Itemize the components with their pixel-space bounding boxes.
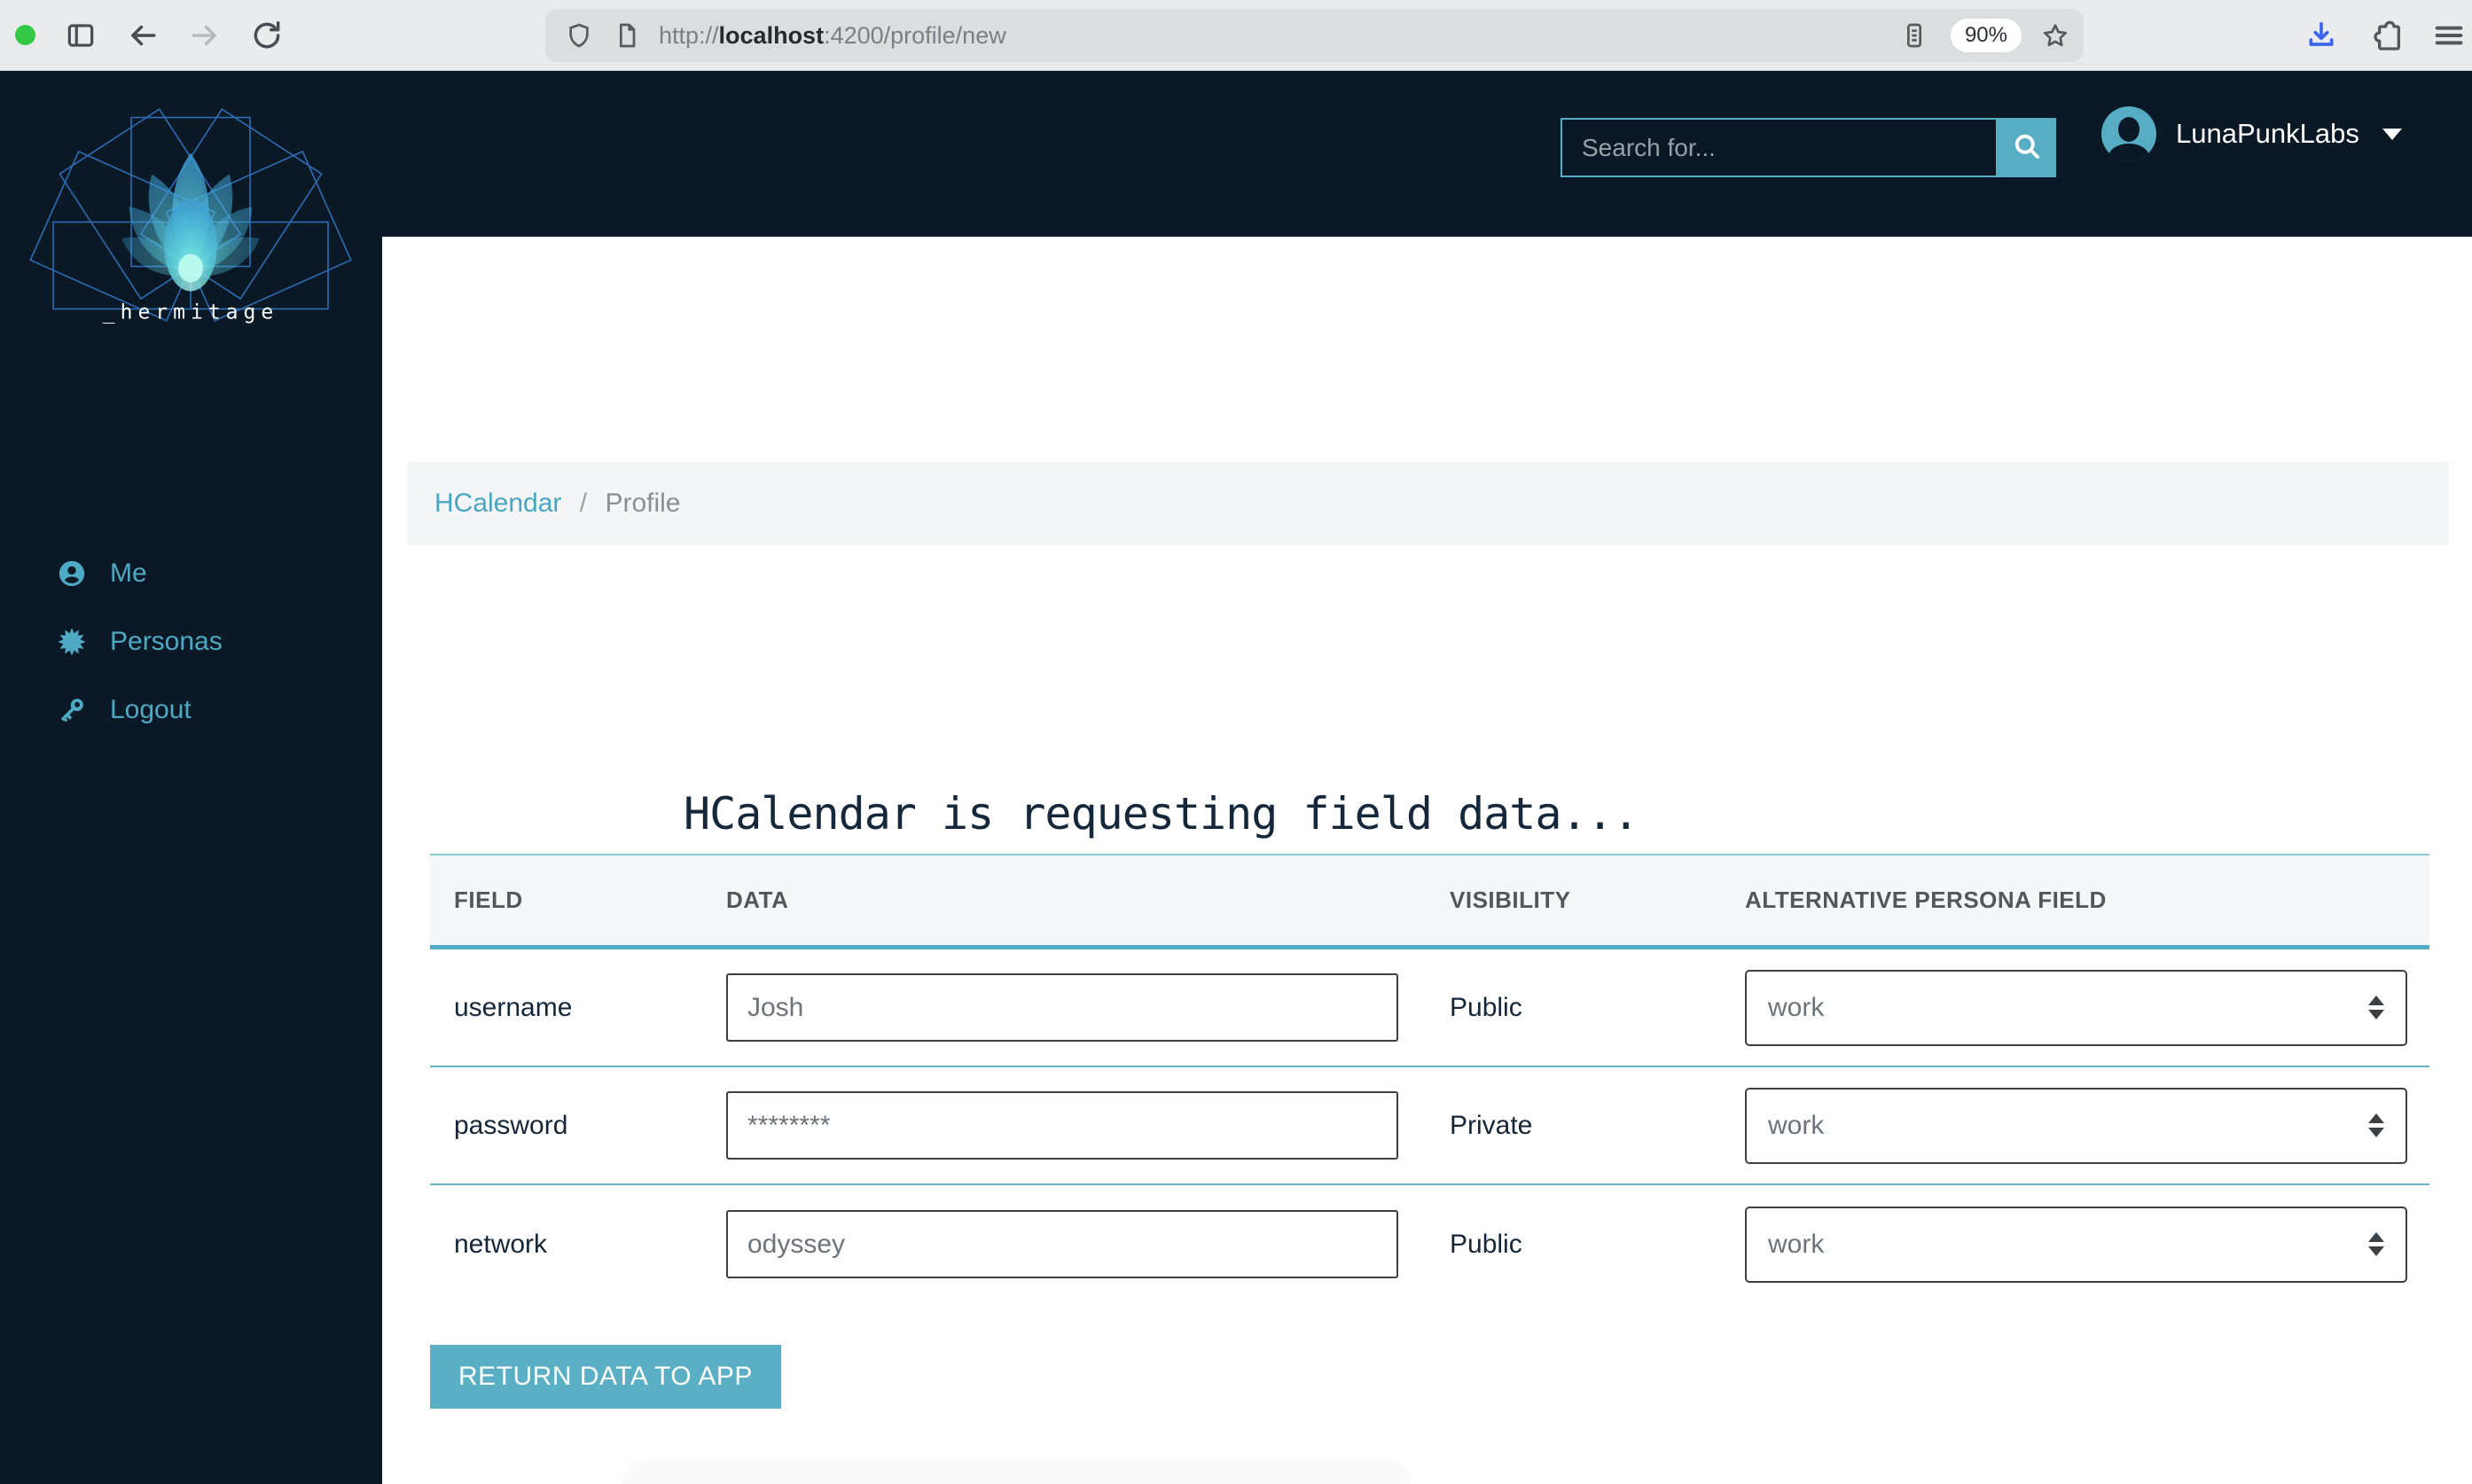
- column-header-alt-persona: ALTERNATIVE PERSONA FIELD: [1745, 886, 2107, 913]
- bottom-watermark: [622, 1460, 1411, 1484]
- reload-icon[interactable]: [250, 19, 284, 52]
- sidebar-item-personas[interactable]: Personas: [0, 622, 382, 661]
- hermitage-logo: _hermitage: [27, 96, 355, 340]
- alt-persona-select-network[interactable]: work: [1745, 1206, 2407, 1283]
- bookmark-star-icon[interactable]: [2041, 21, 2069, 50]
- page-icon[interactable]: [613, 21, 641, 50]
- user-name: LunaPunkLabs: [2176, 118, 2359, 149]
- window-close-button[interactable]: [15, 25, 35, 45]
- page-title: HCalendar is requesting field data...: [684, 788, 1639, 840]
- search-input[interactable]: [1561, 118, 1998, 177]
- alt-persona-select-value: work: [1768, 1229, 1825, 1259]
- search-button[interactable]: [1998, 118, 2056, 177]
- reader-mode-icon[interactable]: [1900, 21, 1928, 50]
- sidebar-item-me[interactable]: Me: [0, 554, 382, 593]
- avatar: [2101, 106, 2156, 161]
- url-prefix: http://: [659, 22, 719, 49]
- sidebar-toggle-icon[interactable]: [64, 19, 98, 52]
- data-input-username[interactable]: [726, 973, 1398, 1042]
- url-path: :4200/profile/new: [824, 22, 1006, 49]
- visibility-value: Public: [1450, 992, 1522, 1022]
- search-icon: [2011, 130, 2043, 165]
- alt-persona-select-password[interactable]: work: [1745, 1087, 2407, 1164]
- sidebar: _hermitage Me Personas Logout: [0, 71, 382, 1484]
- user-menu[interactable]: LunaPunkLabs: [2101, 106, 2402, 161]
- burst-icon: [57, 627, 87, 657]
- table-row-username: username Public work: [430, 949, 2429, 1067]
- alt-persona-select-value: work: [1768, 1110, 1825, 1140]
- column-header-visibility: VISIBILITY: [1450, 886, 1571, 913]
- url-host: localhost: [718, 22, 825, 49]
- sidebar-item-label: Me: [110, 558, 147, 588]
- data-input-network[interactable]: [726, 1210, 1398, 1278]
- table-row-network: network Public work: [430, 1185, 2429, 1303]
- key-icon: [57, 695, 87, 725]
- breadcrumb-current-page: Profile: [605, 488, 681, 518]
- select-updown-icon: [2368, 1113, 2384, 1137]
- breadcrumb-separator: /: [579, 488, 588, 518]
- zoom-level-badge[interactable]: 90%: [1950, 19, 2022, 52]
- shield-icon[interactable]: [565, 21, 593, 50]
- back-icon[interactable]: [126, 19, 160, 52]
- select-updown-icon: [2368, 996, 2384, 1019]
- table-header-row: FIELD DATA VISIBILITY ALTERNATIVE PERSON…: [430, 854, 2429, 949]
- select-updown-icon: [2368, 1232, 2384, 1256]
- table-row-password: password Private work: [430, 1067, 2429, 1185]
- field-name-label: network: [454, 1229, 548, 1259]
- forward-icon: [188, 19, 222, 52]
- extensions-puzzle-icon[interactable]: [2369, 18, 2405, 53]
- sidebar-item-label: Personas: [110, 627, 223, 656]
- column-header-field: FIELD: [454, 886, 523, 913]
- visibility-value: Private: [1450, 1110, 1533, 1140]
- search-bar: [1561, 118, 2056, 177]
- url-text[interactable]: http://localhost:4200/profile/new: [659, 9, 1006, 62]
- url-bar[interactable]: http://localhost:4200/profile/new 90%: [545, 9, 2084, 62]
- breadcrumb: HCalendar / Profile: [407, 462, 2449, 545]
- field-table: FIELD DATA VISIBILITY ALTERNATIVE PERSON…: [430, 854, 2429, 1303]
- alt-persona-select-username[interactable]: work: [1745, 969, 2407, 1046]
- person-icon: [57, 558, 87, 589]
- sidebar-nav: Me Personas Logout: [0, 554, 382, 730]
- alt-persona-select-value: work: [1768, 992, 1825, 1022]
- menu-hamburger-icon[interactable]: [2431, 18, 2467, 53]
- sidebar-item-logout[interactable]: Logout: [0, 691, 382, 730]
- chevron-down-icon: [2382, 128, 2402, 140]
- sidebar-item-label: Logout: [110, 695, 192, 724]
- main-content: HCalendar / Profile HCalendar is request…: [382, 237, 2472, 1484]
- browser-toolbar: http://localhost:4200/profile/new 90%: [0, 0, 2472, 71]
- logo-text: _hermitage: [103, 301, 278, 324]
- screen: http://localhost:4200/profile/new 90% Se…: [0, 0, 2472, 1484]
- field-name-label: password: [454, 1110, 568, 1140]
- downloads-icon[interactable]: [2304, 18, 2339, 53]
- field-name-label: username: [454, 992, 573, 1022]
- column-header-data: DATA: [726, 886, 789, 913]
- breadcrumb-link-hcalendar[interactable]: HCalendar: [434, 488, 561, 518]
- data-input-password[interactable]: [726, 1091, 1398, 1160]
- visibility-value: Public: [1450, 1229, 1522, 1259]
- return-data-button[interactable]: RETURN DATA TO APP: [430, 1345, 781, 1409]
